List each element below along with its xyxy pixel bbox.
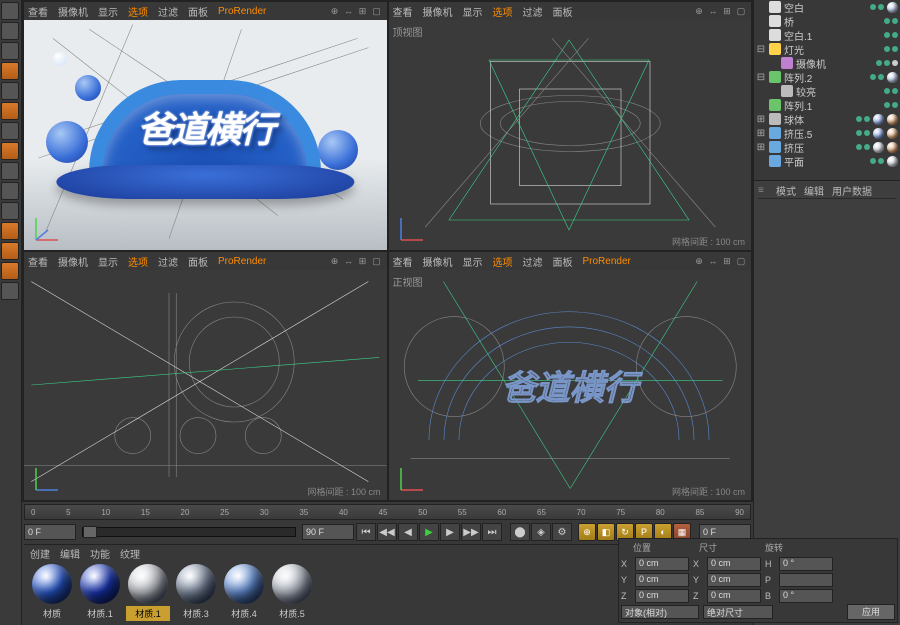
tool-c-icon[interactable] xyxy=(1,122,19,140)
menu-filter[interactable]: 过滤 xyxy=(158,4,178,19)
vp-nav-icon[interactable]: ⊕ xyxy=(329,5,341,17)
coord-mode-select[interactable]: 对象(相对) xyxy=(621,605,699,619)
coord-field[interactable]: 0 cm xyxy=(707,557,761,571)
mat-tab-create[interactable]: 创建 xyxy=(30,546,50,561)
object-row[interactable]: 阵列.1 xyxy=(754,98,900,112)
material-item[interactable]: 材质.5 xyxy=(270,564,314,621)
tool-g-icon[interactable] xyxy=(1,202,19,220)
object-row[interactable]: ⊟灯光 xyxy=(754,42,900,56)
tool-b-icon[interactable] xyxy=(1,102,19,120)
material-item[interactable]: 材质.3 xyxy=(174,564,218,621)
next-frame-button[interactable]: ▶ xyxy=(440,523,460,541)
material-item[interactable]: 材质.4 xyxy=(222,564,266,621)
timeline-range-slider[interactable] xyxy=(82,527,296,537)
coord-field[interactable]: 0 cm xyxy=(707,589,761,603)
object-row[interactable]: ⊟阵列.2 xyxy=(754,70,900,84)
tool-select-icon[interactable] xyxy=(1,2,19,20)
material-item[interactable]: 材质.1 xyxy=(126,564,170,621)
coord-field[interactable]: 0 cm xyxy=(635,589,689,603)
scene-title-text: 爸道横行 xyxy=(137,101,273,153)
menu-display[interactable]: 显示 xyxy=(98,4,118,19)
key-scale-icon[interactable]: ◧ xyxy=(597,523,615,541)
viewport-label: 顶视图 xyxy=(393,24,423,39)
menu-view[interactable]: 查看 xyxy=(28,4,48,19)
object-row[interactable]: ⊞挤压 xyxy=(754,140,900,154)
object-row[interactable]: 空白.1 xyxy=(754,28,900,42)
object-row[interactable]: 平面 xyxy=(754,154,900,168)
attr-menu-icon[interactable]: ≡ xyxy=(758,185,768,196)
record-button[interactable]: ⬤ xyxy=(510,523,530,541)
key-pos-icon[interactable]: ⊕ xyxy=(578,523,596,541)
mat-tab-func[interactable]: 功能 xyxy=(90,546,110,561)
timeline-ruler[interactable]: 051015202530354045505560657075808590 xyxy=(24,504,751,520)
tool-i-icon[interactable] xyxy=(1,242,19,260)
attr-mode[interactable]: 模式 xyxy=(776,183,796,198)
mat-tab-edit[interactable]: 编辑 xyxy=(60,546,80,561)
object-row[interactable]: ⊞球体 xyxy=(754,112,900,126)
autokey-button[interactable]: ◈ xyxy=(531,523,551,541)
viewport-side[interactable]: 查看 摄像机 显示 选项 过滤 面板 ProRender ⊕↔⊞▢ xyxy=(24,252,387,500)
viewport-perspective[interactable]: 查看 摄像机 显示 选项 过滤 面板 ProRender ⊕ ↔ ⊞ ▢ xyxy=(24,2,387,250)
vp-nav-icon[interactable]: ↔ xyxy=(343,5,355,17)
tool-j-icon[interactable] xyxy=(1,262,19,280)
object-row[interactable]: 空白 xyxy=(754,0,900,14)
tool-a-icon[interactable] xyxy=(1,82,19,100)
coord-field[interactable] xyxy=(779,573,833,587)
next-key-button[interactable]: ▶▶ xyxy=(461,523,481,541)
tool-h-icon[interactable] xyxy=(1,222,19,240)
tool-scale-icon[interactable] xyxy=(1,42,19,60)
tool-move-icon[interactable] xyxy=(1,22,19,40)
timeline-start-field[interactable]: 0 F xyxy=(24,524,76,540)
object-row[interactable]: 桥 xyxy=(754,14,900,28)
tool-k-icon[interactable] xyxy=(1,282,19,300)
coord-field[interactable]: 0 ° xyxy=(779,557,833,571)
coordinate-manager: 位置 尺寸 旋转 X0 cmX0 cmH0 °Y0 cmY0 cmPZ0 cmZ… xyxy=(618,538,898,623)
viewport-grid: 查看 摄像机 显示 选项 过滤 面板 ProRender ⊕ ↔ ⊞ ▢ xyxy=(22,0,753,502)
material-item[interactable]: 材质 xyxy=(30,564,74,621)
object-manager[interactable]: 空白桥空白.1⊟灯光摄像机⊟阵列.2较亮阵列.1⊞球体⊞挤压.5⊞挤压平面 xyxy=(754,0,900,180)
right-panel: 空白桥空白.1⊟灯光摄像机⊟阵列.2较亮阵列.1⊞球体⊞挤压.5⊞挤压平面 ≡ … xyxy=(753,0,900,625)
object-row[interactable]: 较亮 xyxy=(754,84,900,98)
viewport-top[interactable]: 查看 摄像机 显示 选项 过滤 面板 ⊕↔⊞▢ 顶视图 xyxy=(389,2,752,250)
mat-tab-tex[interactable]: 纹理 xyxy=(120,546,140,561)
play-button[interactable]: ▶ xyxy=(419,523,439,541)
tool-f-icon[interactable] xyxy=(1,182,19,200)
goto-start-button[interactable]: ⏮ xyxy=(356,523,376,541)
left-toolbar xyxy=(0,0,22,625)
scene-title-wire: 爸道横行 xyxy=(502,361,638,410)
viewport-front[interactable]: 查看 摄像机 显示 选项 过滤 面板 ProRender ⊕↔⊞▢ 正视图 xyxy=(389,252,752,500)
tool-d-icon[interactable] xyxy=(1,142,19,160)
menu-prorender[interactable]: ProRender xyxy=(218,6,266,17)
tool-e-icon[interactable] xyxy=(1,162,19,180)
key-opts-button[interactable]: ⚙ xyxy=(552,523,572,541)
vp-nav-icon[interactable]: ▢ xyxy=(371,5,383,17)
coord-size-mode-select[interactable]: 绝对尺寸 xyxy=(703,605,773,619)
attr-userdata[interactable]: 用户数据 xyxy=(832,183,872,198)
coord-field[interactable]: 0 ° xyxy=(779,589,833,603)
attr-edit[interactable]: 编辑 xyxy=(804,183,824,198)
timeline-end-field[interactable]: 90 F xyxy=(302,524,354,540)
material-item[interactable]: 材质.1 xyxy=(78,564,122,621)
tool-rotate-icon[interactable] xyxy=(1,62,19,80)
coord-field[interactable]: 0 cm xyxy=(635,557,689,571)
menu-options[interactable]: 选项 xyxy=(128,4,148,19)
coord-field[interactable]: 0 cm xyxy=(635,573,689,587)
goto-end-button[interactable]: ⏭ xyxy=(482,523,502,541)
object-row[interactable]: ⊞挤压.5 xyxy=(754,126,900,140)
prev-frame-button[interactable]: ◀ xyxy=(398,523,418,541)
viewport-menu: 查看 摄像机 显示 选项 过滤 面板 ProRender ⊕ ↔ ⊞ ▢ xyxy=(24,2,387,20)
menu-panel[interactable]: 面板 xyxy=(188,4,208,19)
coord-apply-button[interactable]: 应用 xyxy=(847,604,895,620)
vp-nav-icon[interactable]: ⊞ xyxy=(357,5,369,17)
prev-key-button[interactable]: ◀◀ xyxy=(377,523,397,541)
viewport-label: 正视图 xyxy=(393,274,423,289)
object-row[interactable]: 摄像机 xyxy=(754,56,900,70)
coord-field[interactable]: 0 cm xyxy=(707,573,761,587)
menu-camera[interactable]: 摄像机 xyxy=(58,4,88,19)
